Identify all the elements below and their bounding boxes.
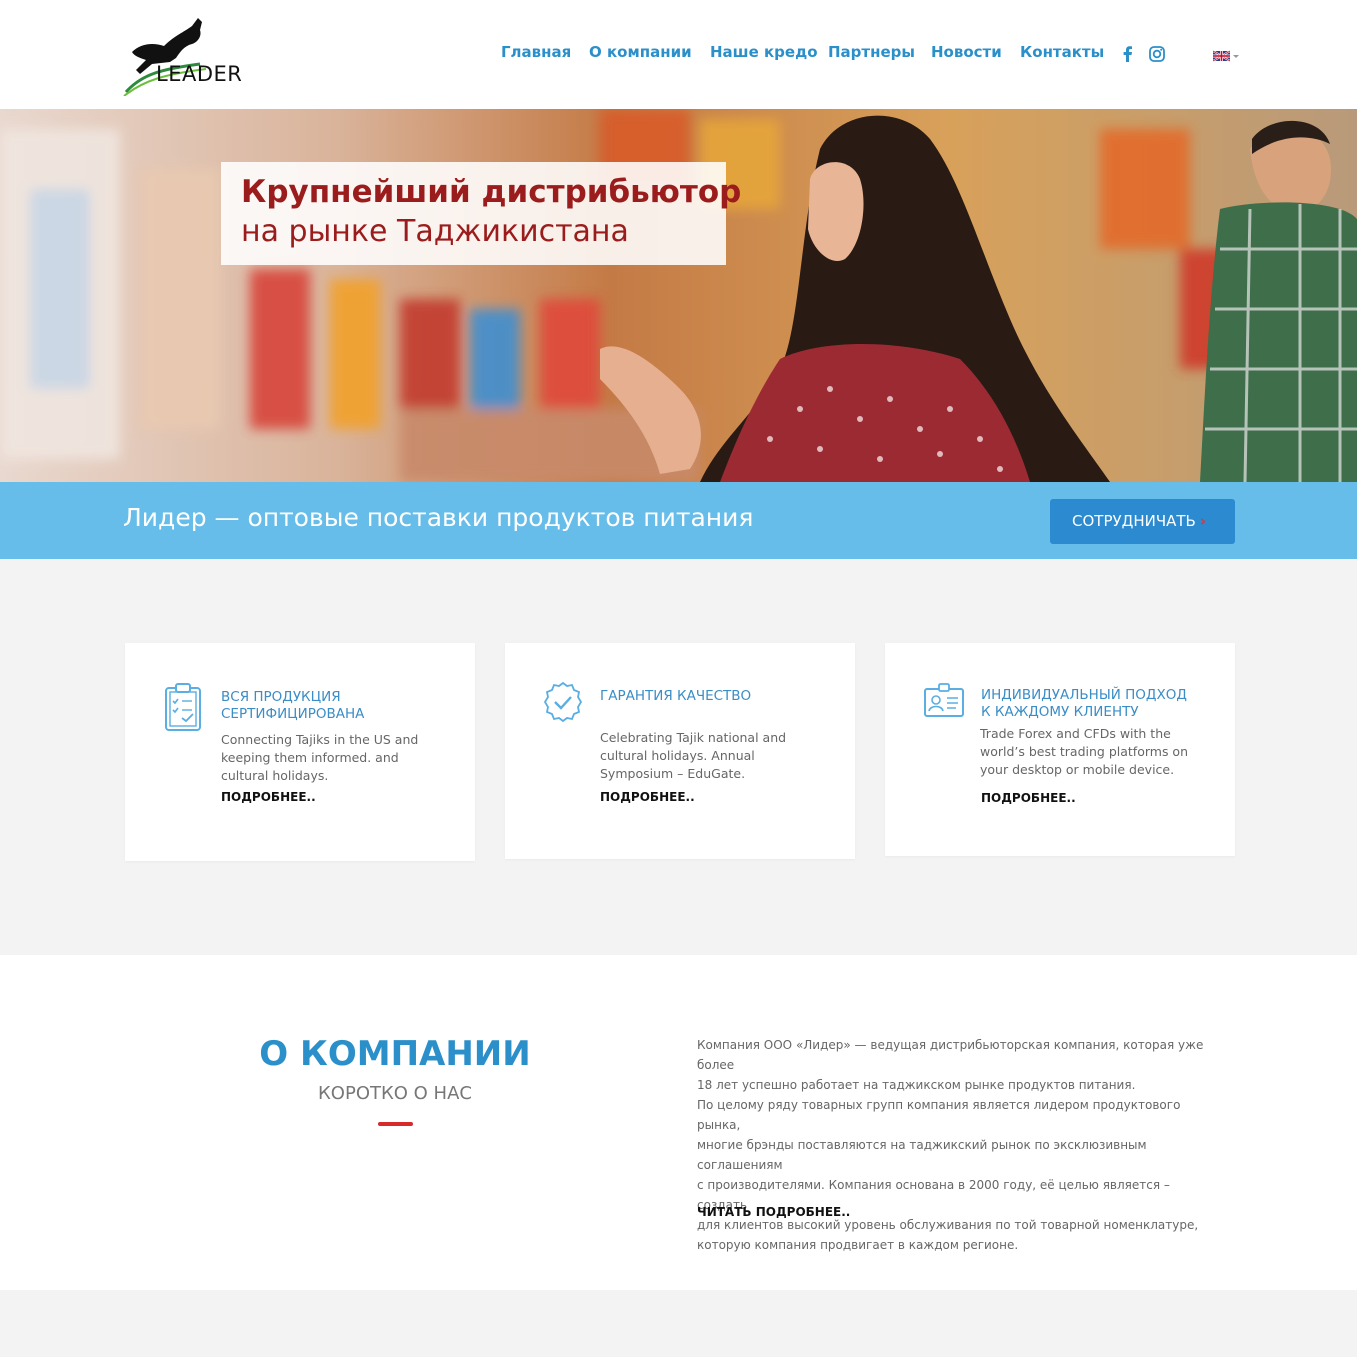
read-more-link[interactable]: ПОДРОБНЕЕ..: [221, 790, 316, 804]
cooperate-button-label: СОТРУДНИЧАТЬ: [1072, 512, 1196, 530]
nav-item-news[interactable]: Новости: [931, 43, 1002, 61]
chevron-right-icon: ›: [1199, 512, 1207, 530]
title-divider: [378, 1122, 413, 1126]
site-header: LEADER Главная О компании Наше кредо Пар…: [0, 0, 1357, 109]
language-selector[interactable]: [1212, 48, 1241, 62]
about-subtitle: КОРОТКО О НАС: [318, 1083, 472, 1104]
read-more-link[interactable]: ПОДРОБНЕЕ..: [981, 791, 1076, 805]
feature-card: ИНДИВИДУАЛЬНЫЙ ПОДХОД К КАЖДОМУ КЛИЕНТУ T…: [885, 643, 1235, 856]
feature-title: ВСЯ ПРОДУКЦИЯ СЕРТИФИЦИРОВАНА: [221, 689, 365, 722]
feature-card: ГАРАНТИЯ КАЧЕСТВО Celebrating Tajik nati…: [505, 643, 855, 859]
hero-banner: Крупнейший дистрибьютор на рынке Таджики…: [0, 109, 1357, 482]
nav-item-home[interactable]: Главная: [501, 43, 571, 61]
nav-item-credo[interactable]: Наше кредо: [710, 43, 818, 61]
id-card-icon: [923, 683, 964, 733]
feature-description: Trade Forex and CFDs with the world’s bes…: [980, 726, 1188, 777]
facebook-icon[interactable]: [1118, 44, 1138, 64]
feature-description: Connecting Tajiks in the US and keeping t…: [221, 732, 419, 783]
nav-item-contacts[interactable]: Контакты: [1020, 43, 1104, 61]
read-more-link[interactable]: ПОДРОБНЕЕ..: [600, 790, 695, 804]
instagram-icon[interactable]: [1147, 44, 1167, 64]
clipboard-check-icon: [163, 683, 203, 733]
next-section: [0, 1290, 1357, 1357]
cta-text: Лидер — оптовые поставки продуктов питан…: [123, 503, 754, 532]
about-title: О КОМПАНИИ: [259, 1034, 531, 1074]
hero-subtitle: на рынке Таджикистана: [241, 214, 629, 249]
feature-card: ВСЯ ПРОДУКЦИЯ СЕРТИФИЦИРОВАНА Connecting …: [125, 643, 475, 861]
feature-description: Celebrating Tajik national and cultural h…: [600, 730, 787, 781]
hero-headline-box: Крупнейший дистрибьютор на рынке Таджики…: [221, 162, 741, 265]
nav-item-partners[interactable]: Партнеры: [828, 43, 915, 61]
feature-title: ГАРАНТИЯ КАЧЕСТВО: [600, 688, 752, 704]
uk-flag-icon: [1212, 50, 1239, 62]
read-more-link[interactable]: ЧИТАТЬ ПОДРОБНЕЕ..: [697, 1205, 850, 1219]
about-description: Компания ООО «Лидер» — ведущая дистрибью…: [697, 1038, 1204, 1252]
cta-strip: Лидер — оптовые поставки продуктов питан…: [0, 482, 1357, 559]
nav-item-about[interactable]: О компании: [589, 43, 692, 61]
about-section: О КОМПАНИИ КОРОТКО О НАС Компания ООО «Л…: [0, 955, 1357, 1290]
cooperate-button[interactable]: СОТРУДНИЧАТЬ ›: [1050, 499, 1235, 544]
check-badge-icon: [542, 681, 583, 731]
hero-title: Крупнейший дистрибьютор: [241, 174, 742, 210]
features-section: ВСЯ ПРОДУКЦИЯ СЕРТИФИЦИРОВАНА Connecting …: [0, 559, 1357, 955]
feature-title: ИНДИВИДУАЛЬНЫЙ ПОДХОД К КАЖДОМУ КЛИЕНТУ: [981, 687, 1187, 720]
